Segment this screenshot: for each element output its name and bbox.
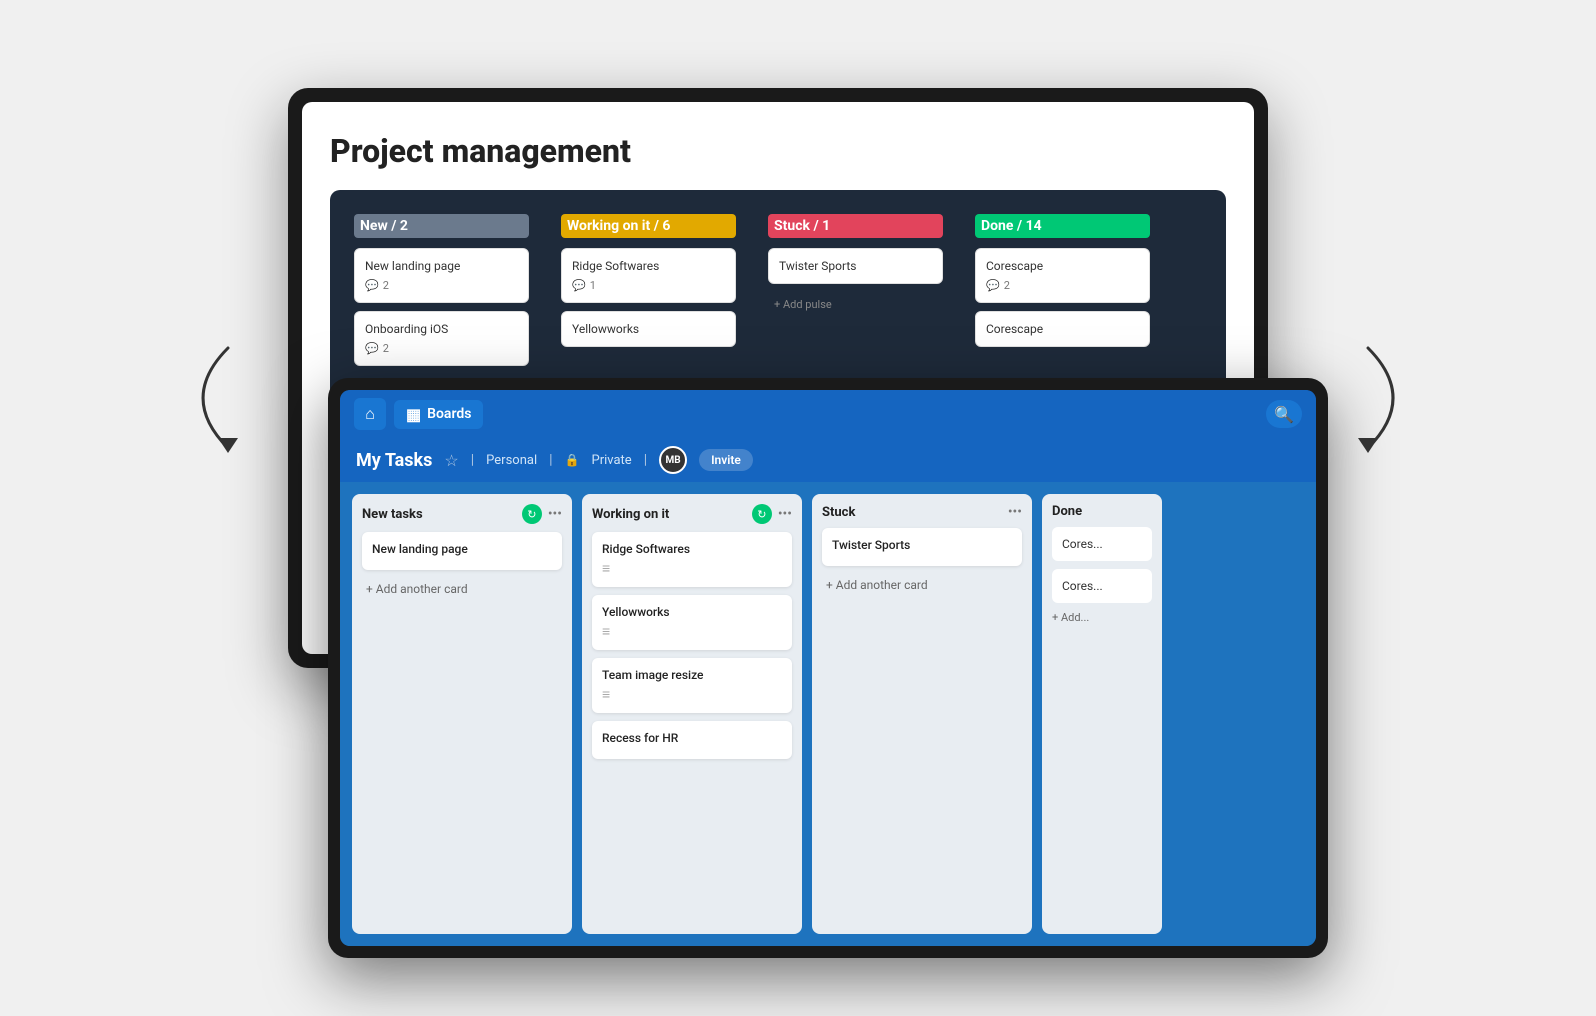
boards-icon: ▦ [406,405,421,424]
add-card-new-tasks[interactable]: + Add another card [362,578,562,600]
more-menu-new-tasks[interactable]: ••• [548,506,562,522]
col-title-working: Working on it [592,507,669,522]
done-card-title-1: Cores... [1062,537,1142,551]
back-col-header-stuck: Stuck / 1 [768,214,943,238]
add-card-stuck[interactable]: + Add another card [822,574,1022,596]
boards-label: Boards [427,406,471,422]
back-card-done-2: Corescape [975,311,1150,347]
kanban-column-new-tasks: New tasks ↻ ••• New landing page + Add a… [352,494,572,934]
card-lines-working-2: ≡ [602,623,782,640]
col-title-done: Done [1052,504,1152,519]
card-title-new-1: New landing page [372,542,552,556]
done-card-1[interactable]: Cores... [1052,527,1152,561]
back-card-stuck-1: Twister Sports [768,248,943,284]
card-title-working-3: Team image resize [602,668,782,682]
back-card-comment: 💬 2 [365,279,518,292]
add-card-done[interactable]: + Add... [1052,611,1152,624]
back-card-title-2: Onboarding iOS [365,322,518,336]
done-card-2[interactable]: Cores... [1052,569,1152,603]
search-icon: 🔍 [1274,405,1294,424]
comment-icon-2: 💬 [365,342,379,355]
boards-button[interactable]: ▦ Boards [394,400,483,429]
comment-icon-w1: 💬 [572,279,586,292]
kanban-column-stuck: Stuck ••• Twister Sports + Add another c… [812,494,1032,934]
back-card-comment-2: 💬 2 [365,342,518,355]
front-tablet-screen: ⌂ ▦ Boards 🔍 My Tasks ☆ | Personal | 🔒 P… [340,390,1316,946]
more-menu-stuck[interactable]: ••• [1008,504,1022,520]
separator-2: | [549,452,552,468]
kanban-card-stuck-1[interactable]: Twister Sports [822,528,1022,566]
refresh-icon-working: ↻ [752,504,772,524]
kanban-card-working-2[interactable]: Yellowworks ≡ [592,595,792,650]
col-actions-new-tasks: ↻ ••• [522,504,562,524]
back-add-pulse-stuck[interactable]: + Add pulse [768,292,943,317]
card-lines-working-3: ≡ [602,686,782,703]
col-actions-working: ↻ ••• [752,504,792,524]
back-col-header-working: Working on it / 6 [561,214,736,238]
more-menu-working[interactable]: ••• [778,506,792,522]
home-button[interactable]: ⌂ [354,398,386,430]
kanban-card-new-1[interactable]: New landing page [362,532,562,570]
back-card-done-1: Corescape 💬 2 [975,248,1150,303]
back-card-done-comment-1: 💬 2 [986,279,1139,292]
back-card-working-title-1: Ridge Softwares [572,259,725,273]
back-card-done-title-1: Corescape [986,259,1139,273]
card-title-stuck-1: Twister Sports [832,538,1012,552]
kanban-card-working-4[interactable]: Recess for HR [592,721,792,759]
col-title-new-tasks: New tasks [362,507,423,522]
lock-icon: 🔒 [565,453,580,467]
left-arrow-icon [168,338,248,458]
back-col-header-done: Done / 14 [975,214,1150,238]
kanban-column-working: Working on it ↻ ••• Ridge Softwares ≡ Ye… [582,494,802,934]
card-lines-working-1: ≡ [602,560,782,577]
card-title-working-2: Yellowworks [602,605,782,619]
front-board-header: My Tasks ☆ | Personal | 🔒 Private | MB I… [340,438,1316,482]
separator-1: | [471,452,474,468]
private-button[interactable]: Private [592,453,632,468]
back-card-new-2: Onboarding iOS 💬 2 [354,311,529,366]
invite-button[interactable]: Invite [699,449,753,471]
back-card-stuck-title-1: Twister Sports [779,259,932,273]
right-arrow-icon [1348,338,1428,458]
back-card-title: New landing page [365,259,518,273]
kanban-card-working-1[interactable]: Ridge Softwares ≡ [592,532,792,587]
back-card-done-title-2: Corescape [986,322,1139,336]
back-card-working-2: Yellowworks [561,311,736,347]
kanban-column-done: Done Cores... Cores... + Add... [1042,494,1162,934]
front-tablet: ⌂ ▦ Boards 🔍 My Tasks ☆ | Personal | 🔒 P… [328,378,1328,958]
back-card-working-comment-1: 💬 1 [572,279,725,292]
personal-button[interactable]: Personal [486,453,537,468]
board-title: My Tasks [356,450,432,471]
scene-container: Project management New / 2 New landing p… [248,58,1348,958]
search-button[interactable]: 🔍 [1266,400,1302,428]
card-title-working-1: Ridge Softwares [602,542,782,556]
back-card-working-1: Ridge Softwares 💬 1 [561,248,736,303]
col-header-new-tasks: New tasks ↻ ••• [362,504,562,524]
separator-3: | [644,452,647,468]
comment-icon-d1: 💬 [986,279,1000,292]
front-navbar: ⌂ ▦ Boards 🔍 [340,390,1316,438]
star-button[interactable]: ☆ [444,451,458,470]
card-title-working-4: Recess for HR [602,731,782,745]
col-title-stuck: Stuck [822,505,855,520]
back-card-working-title-2: Yellowworks [572,322,725,336]
comment-icon: 💬 [365,279,379,292]
back-card-new-1: New landing page 💬 2 [354,248,529,303]
kanban-board: New tasks ↻ ••• New landing page + Add a… [340,482,1316,946]
refresh-icon-new-tasks: ↻ [522,504,542,524]
col-header-stuck: Stuck ••• [822,504,1022,520]
col-actions-stuck: ••• [1008,504,1022,520]
back-col-header-new: New / 2 [354,214,529,238]
back-title: Project management [330,132,1226,170]
col-header-working: Working on it ↻ ••• [592,504,792,524]
kanban-card-working-3[interactable]: Team image resize ≡ [592,658,792,713]
done-card-title-2: Cores... [1062,579,1142,593]
user-avatar: MB [659,446,687,474]
